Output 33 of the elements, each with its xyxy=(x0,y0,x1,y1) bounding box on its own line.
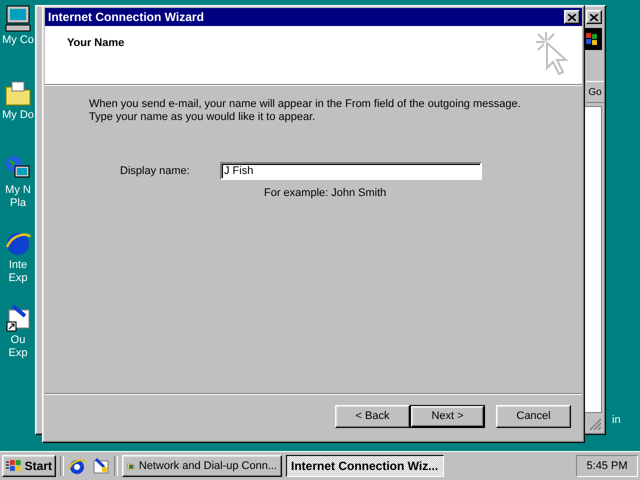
desktop-icon-label[interactable]: Ou xyxy=(10,334,26,347)
example-hint: For example: John Smith xyxy=(264,187,388,199)
windows-logo-icon xyxy=(6,459,22,473)
instruction-text: Type your name as you would like it to appear. xyxy=(89,111,316,124)
desktop-icon-label[interactable]: My Do xyxy=(2,109,34,122)
field-label: Display name: xyxy=(120,165,191,177)
close-button[interactable] xyxy=(564,10,580,24)
desktop-icon-label[interactable]: Inte xyxy=(8,259,28,272)
taskbar-button[interactable]: Network and Dial-up Conn... xyxy=(122,455,282,477)
desktop-icon-label[interactable]: Pla xyxy=(10,197,26,210)
instruction-text: When you send e-mail, your name will appear in the From field of the outgoing message. xyxy=(89,98,522,111)
desktop-icon-label[interactable]: My Co xyxy=(2,34,34,47)
close-button[interactable] xyxy=(586,10,602,24)
desktop-icon-label[interactable]: Exp xyxy=(8,347,28,360)
browser-icon[interactable] xyxy=(68,457,86,475)
wizard-button[interactable]: Cancel xyxy=(496,404,571,428)
wizard-button[interactable]: Next > xyxy=(410,404,485,428)
window-title: Internet Connection Wizard xyxy=(48,10,204,24)
display-name-field[interactable]: J Fish xyxy=(220,162,482,180)
close-icon xyxy=(590,14,598,20)
wizard-button[interactable]: < Back xyxy=(335,404,410,428)
taskbar-button[interactable]: Internet Connection Wiz... xyxy=(286,455,444,477)
go-button[interactable]: Go xyxy=(586,81,604,103)
desktop-icon-label[interactable]: My N xyxy=(5,184,31,197)
desktop-icon-label[interactable]: in xyxy=(612,414,621,426)
desktop-icon[interactable] xyxy=(92,457,110,475)
page-title: Your Name xyxy=(67,37,124,51)
computer-icon xyxy=(3,4,33,34)
start-button[interactable]: Start xyxy=(2,455,56,477)
resize-grip-icon[interactable] xyxy=(589,418,602,431)
close-icon xyxy=(568,14,576,20)
clock: 5:45 PM xyxy=(576,455,638,477)
desktop-icon-label[interactable]: Exp xyxy=(8,272,28,285)
